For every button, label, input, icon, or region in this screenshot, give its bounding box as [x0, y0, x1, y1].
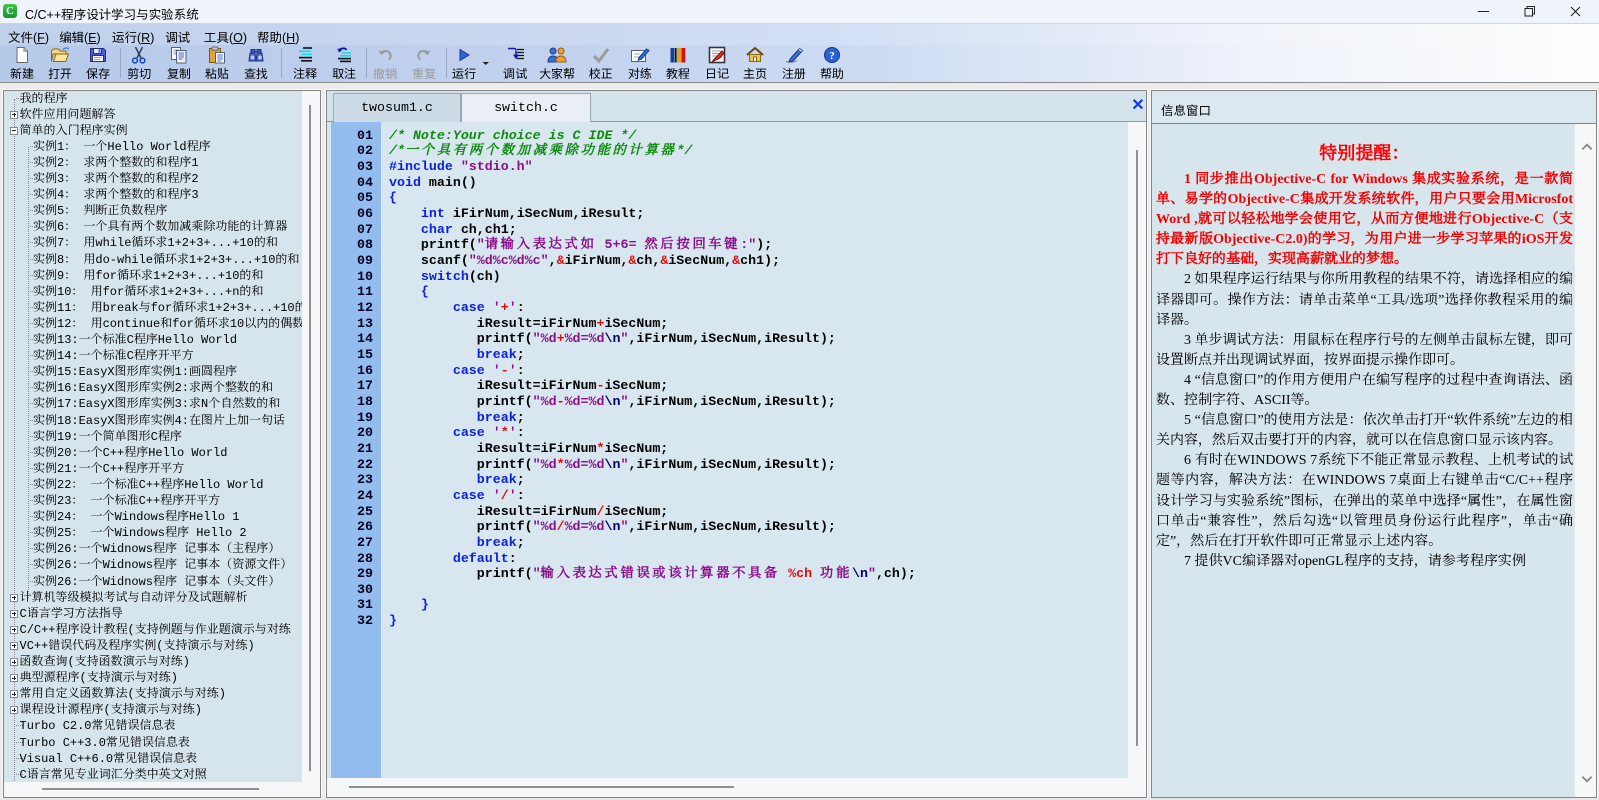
- svg-text:?: ?: [829, 50, 835, 62]
